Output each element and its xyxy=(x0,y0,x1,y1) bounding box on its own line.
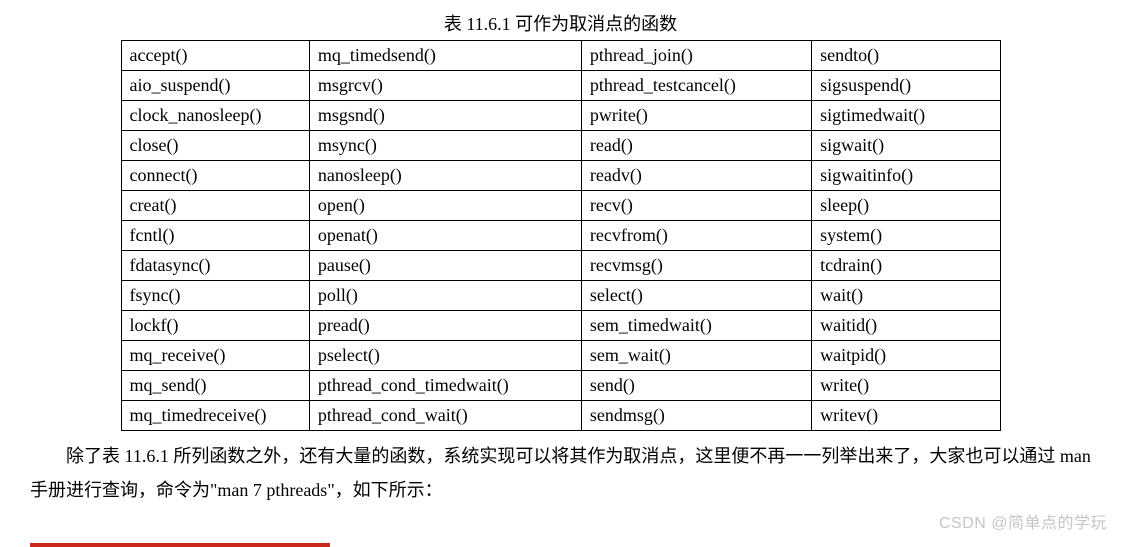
table-row: fdatasync()pause()recvmsg()tcdrain() xyxy=(121,251,1000,281)
table-cell: sendmsg() xyxy=(581,401,811,431)
table-cell: send() xyxy=(581,371,811,401)
table-cell: system() xyxy=(812,221,1000,251)
table-cell: msgrcv() xyxy=(309,71,581,101)
table-cell: connect() xyxy=(121,161,309,191)
table-cell: fdatasync() xyxy=(121,251,309,281)
table-cell: pause() xyxy=(309,251,581,281)
table-cell: waitpid() xyxy=(812,341,1000,371)
table-cell: pselect() xyxy=(309,341,581,371)
table-cell: pthread_cond_timedwait() xyxy=(309,371,581,401)
table-cell: open() xyxy=(309,191,581,221)
table-cell: msync() xyxy=(309,131,581,161)
table-cell: fcntl() xyxy=(121,221,309,251)
table-cell: mq_receive() xyxy=(121,341,309,371)
table-row: mq_receive()pselect()sem_wait()waitpid() xyxy=(121,341,1000,371)
table-cell: select() xyxy=(581,281,811,311)
table-cell: sem_timedwait() xyxy=(581,311,811,341)
table-row: mq_timedreceive()pthread_cond_wait()send… xyxy=(121,401,1000,431)
table-cell: recv() xyxy=(581,191,811,221)
table-cell: pthread_testcancel() xyxy=(581,71,811,101)
table-cell: close() xyxy=(121,131,309,161)
table-row: clock_nanosleep()msgsnd()pwrite()sigtime… xyxy=(121,101,1000,131)
table-row: mq_send()pthread_cond_timedwait()send()w… xyxy=(121,371,1000,401)
table-cell: recvmsg() xyxy=(581,251,811,281)
table-cell: poll() xyxy=(309,281,581,311)
table-row: accept()mq_timedsend()pthread_join()send… xyxy=(121,41,1000,71)
table-row: close()msync()read()sigwait() xyxy=(121,131,1000,161)
table-cell: wait() xyxy=(812,281,1000,311)
table-cell: mq_timedreceive() xyxy=(121,401,309,431)
table-cell: clock_nanosleep() xyxy=(121,101,309,131)
table-row: fsync()poll()select()wait() xyxy=(121,281,1000,311)
table-cell: pthread_cond_wait() xyxy=(309,401,581,431)
table-cell: tcdrain() xyxy=(812,251,1000,281)
table-cell: sigwaitinfo() xyxy=(812,161,1000,191)
table-cell: read() xyxy=(581,131,811,161)
red-underline xyxy=(30,543,330,547)
table-cell: recvfrom() xyxy=(581,221,811,251)
table-row: lockf()pread()sem_timedwait()waitid() xyxy=(121,311,1000,341)
table-cell: waitid() xyxy=(812,311,1000,341)
table-cell: sem_wait() xyxy=(581,341,811,371)
table-cell: aio_suspend() xyxy=(121,71,309,101)
table-cell: creat() xyxy=(121,191,309,221)
table-row: aio_suspend()msgrcv()pthread_testcancel(… xyxy=(121,71,1000,101)
table-cell: sendto() xyxy=(812,41,1000,71)
paragraph-text: 除了表 11.6.1 所列函数之外，还有大量的函数，系统实现可以将其作为取消点，… xyxy=(30,439,1091,507)
table-cell: sleep() xyxy=(812,191,1000,221)
table-row: connect()nanosleep()readv()sigwaitinfo() xyxy=(121,161,1000,191)
table-row: creat()open()recv()sleep() xyxy=(121,191,1000,221)
table-cell: pread() xyxy=(309,311,581,341)
table-cell: nanosleep() xyxy=(309,161,581,191)
table-cell: msgsnd() xyxy=(309,101,581,131)
table-cell: lockf() xyxy=(121,311,309,341)
table-cell: pthread_join() xyxy=(581,41,811,71)
watermark: CSDN @简单点的学玩 xyxy=(939,509,1107,533)
table-cell: sigsuspend() xyxy=(812,71,1000,101)
table-caption: 表 11.6.1 可作为取消点的函数 xyxy=(0,10,1121,36)
table-cell: openat() xyxy=(309,221,581,251)
table-cell: pwrite() xyxy=(581,101,811,131)
table-cell: write() xyxy=(812,371,1000,401)
table-cell: writev() xyxy=(812,401,1000,431)
cancellation-points-table: accept()mq_timedsend()pthread_join()send… xyxy=(121,40,1001,431)
table-cell: accept() xyxy=(121,41,309,71)
table-cell: fsync() xyxy=(121,281,309,311)
table-cell: sigtimedwait() xyxy=(812,101,1000,131)
table-wrapper: accept()mq_timedsend()pthread_join()send… xyxy=(0,40,1121,431)
table-cell: mq_send() xyxy=(121,371,309,401)
table-row: fcntl()openat()recvfrom()system() xyxy=(121,221,1000,251)
table-cell: readv() xyxy=(581,161,811,191)
table-cell: mq_timedsend() xyxy=(309,41,581,71)
header-fragment xyxy=(0,0,1121,8)
table-cell: sigwait() xyxy=(812,131,1000,161)
